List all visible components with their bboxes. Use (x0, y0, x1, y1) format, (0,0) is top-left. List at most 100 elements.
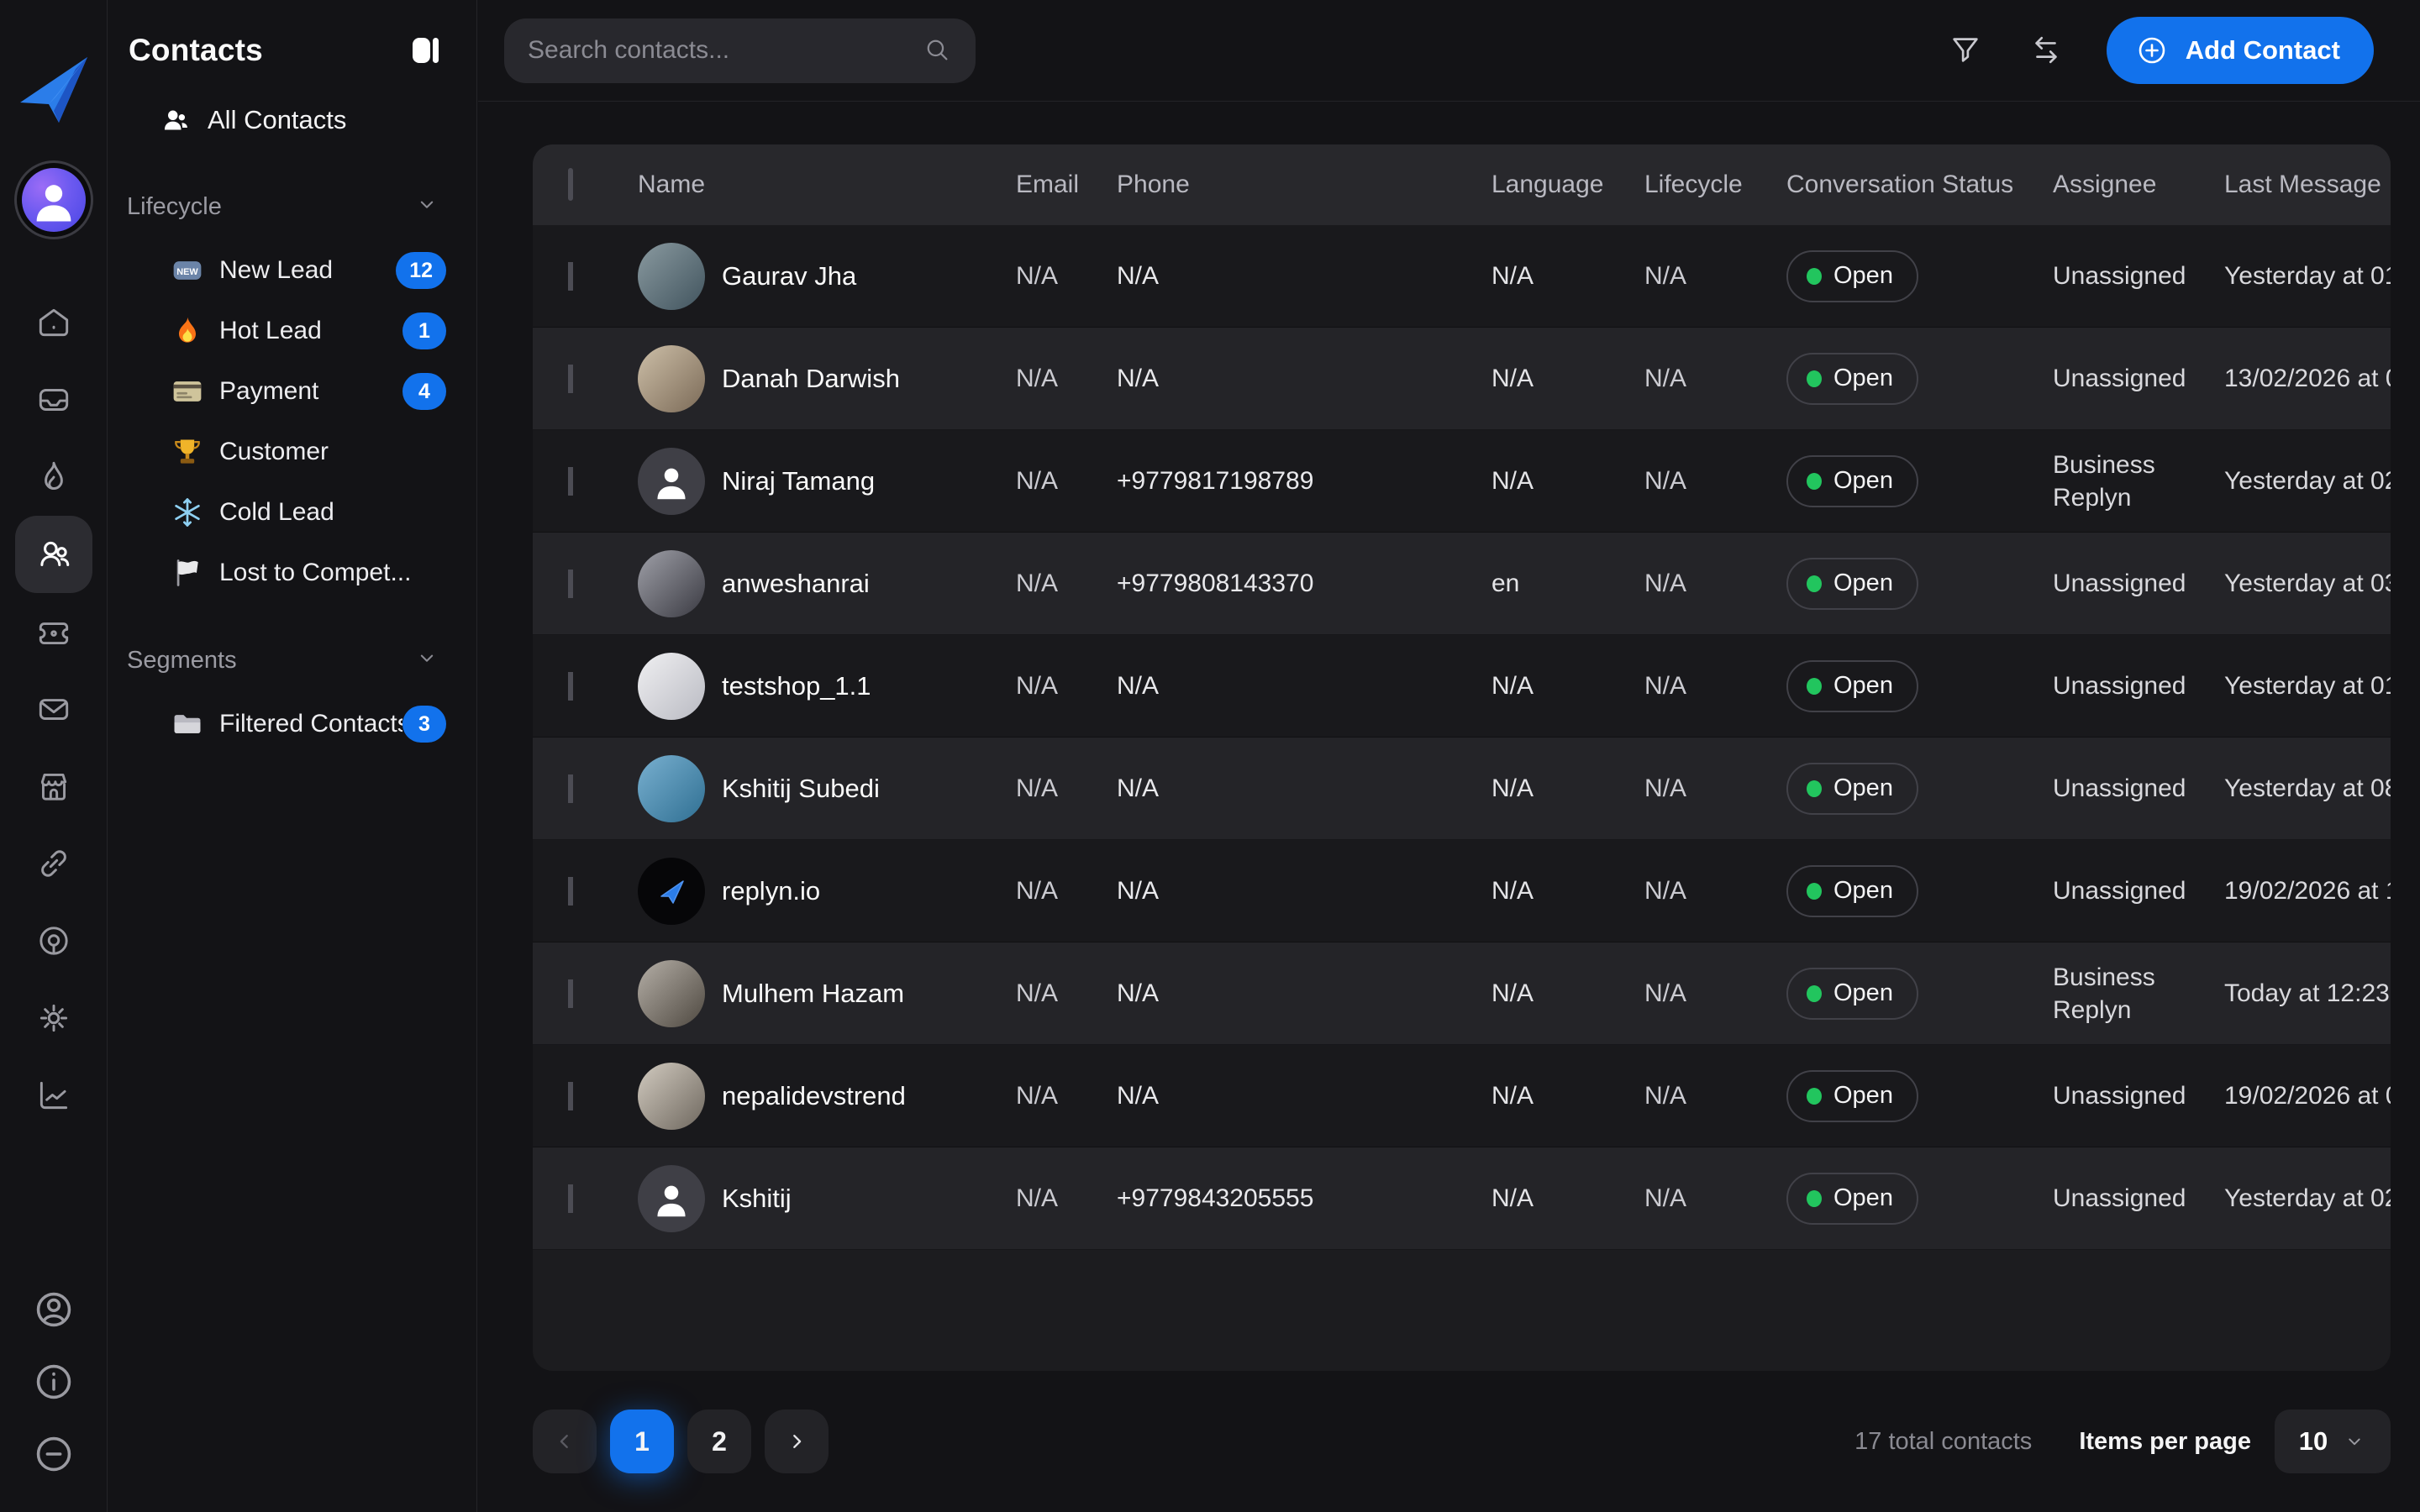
rail-bottom (26, 1282, 82, 1482)
status-label: Open (1833, 365, 1893, 392)
conversation-status-badge[interactable]: Open (1786, 353, 1918, 405)
select-all-checkbox[interactable] (568, 168, 573, 201)
collapse-sidebar-icon[interactable] (406, 31, 445, 70)
contact-phone: N/A (1117, 979, 1491, 1008)
col-header-status[interactable]: Conversation Status (1786, 171, 2053, 199)
rail-store-icon[interactable] (15, 748, 92, 825)
row-checkbox[interactable] (568, 365, 573, 393)
rail-info-circle-icon[interactable] (26, 1354, 82, 1410)
contact-assignee: Unassigned (2053, 362, 2224, 395)
sidebar-item[interactable]: Customer (108, 422, 476, 482)
table-row[interactable]: Gaurav Jha N/A N/A N/A N/A Open Unassign… (533, 225, 2391, 328)
rail-ticket-icon[interactable] (15, 593, 92, 670)
items-per-page-select[interactable]: 10 (2275, 1410, 2391, 1473)
brand-logo-icon[interactable] (15, 50, 92, 131)
table-row[interactable]: Niraj Tamang N/A +9779817198789 N/A N/A … (533, 430, 2391, 533)
col-header-language[interactable]: Language (1491, 171, 1644, 199)
col-header-assignee[interactable]: Assignee (2053, 171, 2224, 199)
sidebar-item-all-contacts[interactable]: All Contacts (108, 91, 476, 150)
table-row[interactable]: anweshanrai N/A +9779808143370 en N/A Op… (533, 533, 2391, 635)
contact-avatar (638, 345, 705, 412)
rail-flame-icon[interactable] (15, 438, 92, 516)
status-label: Open (1833, 877, 1893, 905)
contacts-table: Name Email Phone Language Lifecycle Conv… (533, 144, 2391, 1371)
table-row[interactable]: Kshitij Subedi N/A N/A N/A N/A Open Unas… (533, 738, 2391, 840)
sidebar-item-badge: 4 (402, 373, 446, 410)
rail-person-circle-icon[interactable] (26, 1282, 82, 1337)
status-dot-icon (1807, 883, 1822, 900)
col-header-name[interactable]: Name (638, 171, 1016, 199)
contact-name: Kshitij Subedi (722, 774, 880, 804)
rail-globe-icon[interactable] (15, 902, 92, 979)
add-contact-button[interactable]: Add Contact (2107, 17, 2374, 84)
sidebar-item[interactable]: Filtered Contacts 3 (108, 694, 476, 754)
contact-lifecycle: N/A (1644, 262, 1786, 291)
contact-avatar (638, 960, 705, 1027)
rail-inbox-icon[interactable] (15, 361, 92, 438)
conversation-status-badge[interactable]: Open (1786, 1070, 1918, 1122)
sidebar-section-header[interactable]: Lifecycle (108, 183, 476, 230)
rail-home-icon[interactable] (15, 284, 92, 361)
table-row[interactable]: testshop_1.1 N/A N/A N/A N/A Open Unassi… (533, 635, 2391, 738)
table-row[interactable]: Danah Darwish N/A N/A N/A N/A Open Unass… (533, 328, 2391, 430)
sidebar-item-label: Hot Lead (219, 317, 402, 345)
conversation-status-badge[interactable]: Open (1786, 1173, 1918, 1225)
col-header-last-message[interactable]: Last Message (2224, 171, 2391, 199)
rail-link-icon[interactable] (15, 825, 92, 902)
sidebar-section-header[interactable]: Segments (108, 637, 476, 684)
sidebar-item[interactable]: Lost to Compet... (108, 543, 476, 603)
contact-email: N/A (1016, 1184, 1117, 1213)
row-checkbox[interactable] (568, 774, 573, 803)
rail-minus-circle-icon[interactable] (26, 1426, 82, 1482)
sort-icon[interactable] (2023, 27, 2070, 74)
conversation-status-badge[interactable]: Open (1786, 865, 1918, 917)
table-row[interactable]: nepalidevstrend N/A N/A N/A N/A Open Una… (533, 1045, 2391, 1147)
page-title: Contacts (129, 33, 263, 68)
row-checkbox[interactable] (568, 877, 573, 906)
conversation-status-badge[interactable]: Open (1786, 660, 1918, 712)
conversation-status-badge[interactable]: Open (1786, 558, 1918, 610)
col-header-lifecycle[interactable]: Lifecycle (1644, 171, 1786, 199)
rail-contacts-icon[interactable] (15, 516, 92, 593)
row-checkbox[interactable] (568, 1184, 573, 1213)
row-checkbox[interactable] (568, 979, 573, 1008)
search-input[interactable] (528, 36, 922, 65)
prev-page-button[interactable] (533, 1410, 597, 1473)
rail-gear-icon[interactable] (15, 979, 92, 1057)
row-checkbox[interactable] (568, 262, 573, 291)
next-page-button[interactable] (765, 1410, 829, 1473)
contact-last-message: 19/02/2026 at 0 (2224, 1082, 2391, 1110)
conversation-status-badge[interactable]: Open (1786, 968, 1918, 1020)
icon-rail (0, 0, 108, 1512)
sidebar-item[interactable]: Hot Lead 1 (108, 301, 476, 361)
page-button-2[interactable]: 2 (687, 1410, 751, 1473)
filter-icon[interactable] (1942, 27, 1989, 74)
user-avatar[interactable] (22, 168, 86, 232)
table-row[interactable]: Mulhem Hazam N/A N/A N/A N/A Open Busine… (533, 942, 2391, 1045)
contact-name: testshop_1.1 (722, 671, 871, 701)
row-checkbox[interactable] (568, 467, 573, 496)
row-checkbox[interactable] (568, 672, 573, 701)
sidebar-item[interactable]: Payment 4 (108, 361, 476, 422)
conversation-status-badge[interactable]: Open (1786, 455, 1918, 507)
sidebar-item[interactable]: Cold Lead (108, 482, 476, 543)
col-header-phone[interactable]: Phone (1117, 171, 1491, 199)
default-avatar-icon (638, 448, 705, 515)
contact-lifecycle: N/A (1644, 365, 1786, 393)
svg-text:NEW: NEW (176, 267, 198, 277)
sidebar-item[interactable]: NEW New Lead 12 (108, 240, 476, 301)
plus-circle-icon (2133, 32, 2170, 69)
trophy-icon (169, 433, 206, 470)
row-checkbox[interactable] (568, 1082, 573, 1110)
rail-mail-icon[interactable] (15, 670, 92, 748)
table-row[interactable]: replyn.io N/A N/A N/A N/A Open Unassigne… (533, 840, 2391, 942)
page-button-1[interactable]: 1 (610, 1410, 674, 1473)
search-box[interactable] (504, 18, 976, 83)
rail-chart-icon[interactable] (15, 1057, 92, 1134)
table-row[interactable]: Kshitij N/A +9779843205555 N/A N/A Open … (533, 1147, 2391, 1250)
conversation-status-badge[interactable]: Open (1786, 763, 1918, 815)
row-checkbox[interactable] (568, 570, 573, 598)
conversation-status-badge[interactable]: Open (1786, 250, 1918, 302)
status-dot-icon (1807, 1190, 1822, 1207)
col-header-email[interactable]: Email (1016, 171, 1117, 199)
